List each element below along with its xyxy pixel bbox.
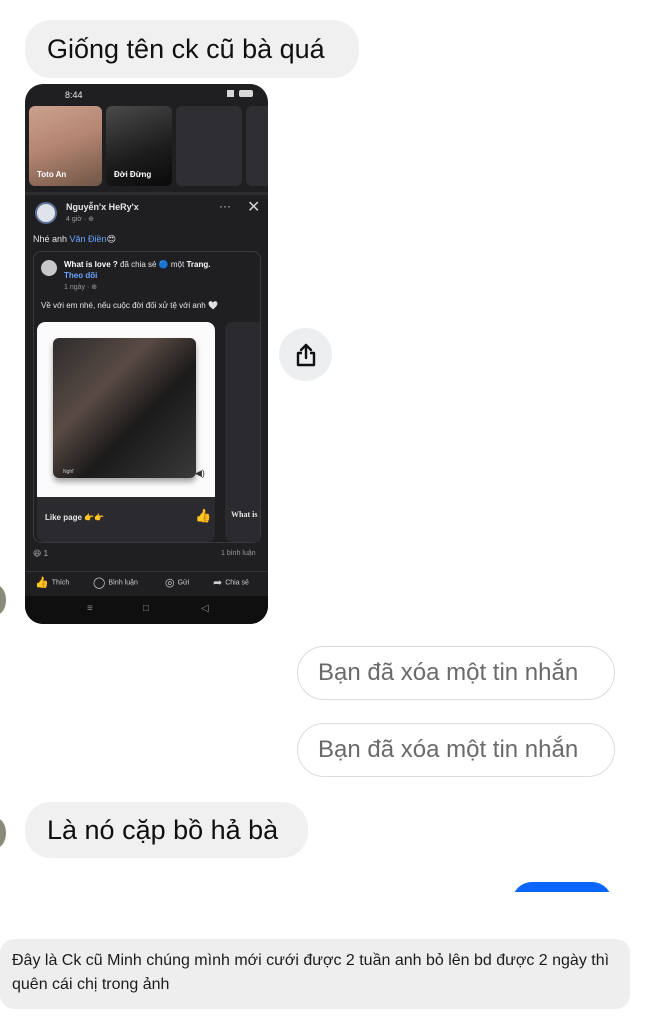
- image-attachment[interactable]: 8:44 Toto An Đời Đừng Nguyễn'x HeRy'x 4 …: [25, 84, 268, 624]
- photo-signature: Nghĩ: [63, 469, 74, 475]
- shared-title-bold: What is: [64, 260, 95, 269]
- shared-title-page: Trang.: [186, 260, 211, 269]
- action-label: Thích: [51, 579, 70, 587]
- deleted-message[interactable]: Bạn đã xóa một tin nhắn: [297, 646, 615, 700]
- battery-icon: [239, 90, 253, 97]
- photo-frame: Nghĩ ◀): [37, 322, 215, 497]
- avatar: [41, 260, 57, 276]
- action-share: ➦ Chia sẻ: [213, 576, 249, 589]
- story-label: Toto An: [37, 170, 67, 179]
- thumbs-up-icon: 👍: [35, 577, 49, 589]
- action-label: Gửi: [177, 579, 190, 587]
- status-bar: 8:44: [25, 84, 268, 104]
- shared-time: 1 ngày · ⊕: [64, 284, 98, 291]
- message-bubble-incoming[interactable]: Là nó cặp bồ hả bà: [25, 802, 308, 858]
- photo: [53, 338, 196, 478]
- stories-row: Toto An Đời Đừng: [25, 106, 268, 188]
- post-actions: 👍 Thích ◯ Bình luận ◎ Gửi ➦ Chia sẻ: [25, 571, 268, 592]
- action-like: 👍 Thích: [35, 576, 69, 589]
- shared-text: Về với em nhé, nếu cuộc đời đối xử tệ vớ…: [41, 301, 218, 310]
- share-button[interactable]: [279, 328, 332, 381]
- action-label: Bình luận: [108, 579, 138, 587]
- avatar: [0, 585, 6, 615]
- post-emoji: 😍: [106, 234, 116, 244]
- post-text: Nhé anh Văn Điền😍: [33, 234, 116, 245]
- share-arrow-icon: ➦: [213, 577, 223, 589]
- reaction-count: 😆 1: [33, 549, 49, 558]
- follow-link: Theo dõi: [64, 271, 98, 280]
- story-label: Đời Đừng: [114, 170, 152, 179]
- comment-icon: ◯: [93, 577, 106, 589]
- carousel-card: What is lov: [225, 322, 260, 542]
- story-card: [246, 106, 268, 186]
- story-card: [176, 106, 242, 186]
- signal-icon: [227, 90, 234, 97]
- action-comment: ◯ Bình luận: [93, 576, 138, 589]
- shared-post: What is love ? đã chia sẻ 🔵 một Trang. T…: [33, 251, 261, 543]
- post-text-prefix: Nhé anh: [33, 234, 70, 244]
- comment-count: 1 bình luận: [221, 550, 256, 557]
- deleted-message-text: Bạn đã xóa một tin nhắn: [318, 659, 579, 686]
- post-author: Nguyễn'x HeRy'x: [66, 202, 139, 212]
- carousel-card-title: What is lov: [231, 510, 260, 519]
- message-text: Là nó cặp bồ hả bà: [47, 814, 279, 845]
- shared-title-love: love ?: [94, 260, 118, 269]
- message-bubble-incoming[interactable]: Giống tên ck cũ bà quá: [25, 20, 359, 78]
- message-text: Giống tên ck cũ bà quá: [47, 33, 325, 64]
- avatar: [35, 202, 57, 224]
- close-icon: ✕: [247, 199, 261, 216]
- caption-text: Đây là Ck cũ Minh chúng mình mới cưới đư…: [0, 939, 630, 1009]
- deleted-message[interactable]: Bạn đã xóa một tin nhắn: [297, 723, 615, 777]
- like-page-label: Like page 👉👉: [45, 513, 105, 522]
- story-card: Toto An: [29, 106, 102, 186]
- messenger-icon: ◎: [165, 577, 175, 589]
- share-icon: [296, 343, 315, 366]
- thumbs-up-icon: 👍: [195, 508, 212, 523]
- media-carousel: Nghĩ ◀) Like page 👉👉 👍 What is lov: [34, 322, 260, 542]
- shared-title-rest: đã chia sẻ 🔵 một: [117, 260, 187, 269]
- avatar: [0, 818, 6, 848]
- deleted-message-text: Bạn đã xóa một tin nhắn: [318, 736, 579, 763]
- home-icon: □: [143, 603, 150, 614]
- post-mention: Văn Điền: [69, 234, 107, 244]
- story-card: Đời Đừng: [106, 106, 172, 186]
- more-dots-icon: ···: [219, 199, 231, 213]
- menu-icon: ≡: [87, 603, 93, 614]
- android-nav-bar: ≡ □ ◁: [25, 596, 268, 624]
- back-icon: ◁: [201, 603, 209, 614]
- post-time: 4 giờ · ⊕: [66, 216, 94, 223]
- status-time: 8:44: [65, 90, 83, 100]
- action-label: Chia sẻ: [225, 579, 249, 587]
- post-header: Nguyễn'x HeRy'x 4 giờ · ⊕ ··· ✕: [35, 199, 260, 232]
- shared-title: What is love ? đã chia sẻ 🔵 một Trang.: [64, 260, 210, 269]
- action-send: ◎ Gửi: [165, 576, 189, 589]
- divider: [25, 192, 268, 195]
- carousel-card: Nghĩ ◀) Like page 👉👉 👍: [37, 322, 215, 542]
- volume-icon: ◀): [195, 468, 205, 478]
